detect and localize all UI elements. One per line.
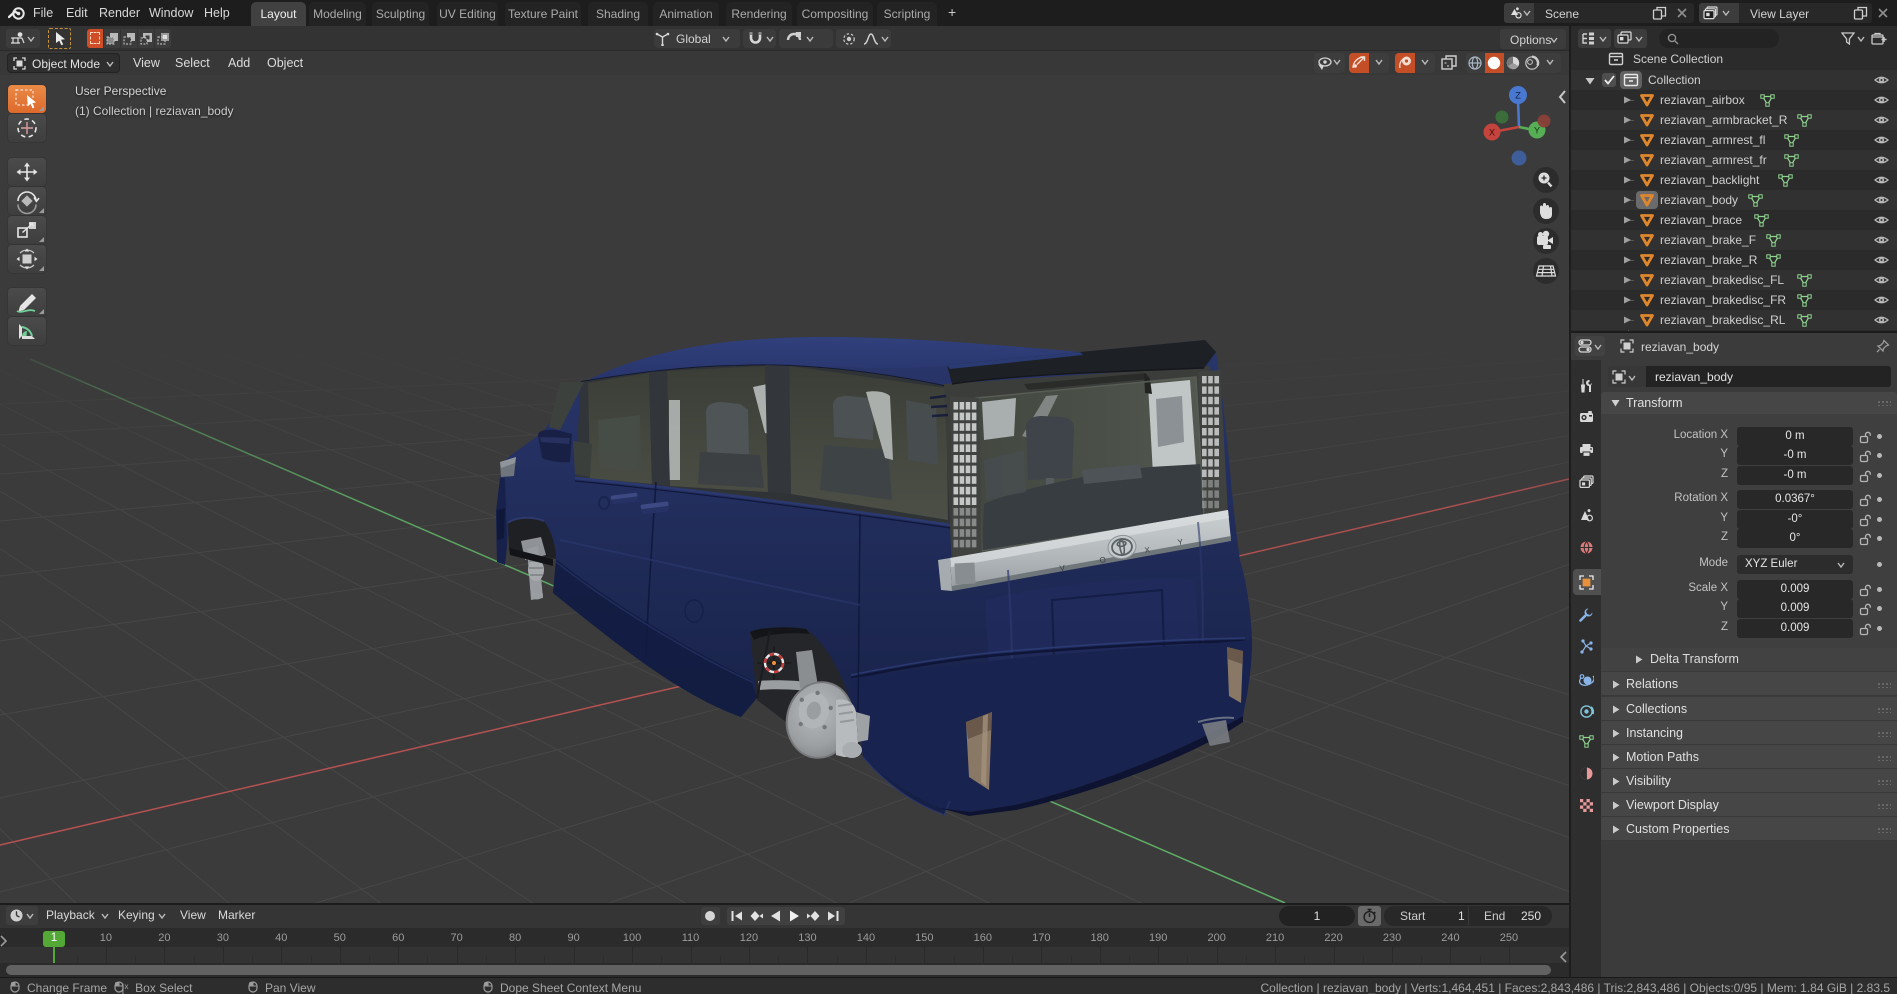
- svg-text:Z: Z: [1515, 91, 1521, 102]
- svg-text:O: O: [1099, 555, 1106, 565]
- svg-text:X: X: [1489, 128, 1495, 138]
- svg-text:Y: Y: [1534, 126, 1540, 136]
